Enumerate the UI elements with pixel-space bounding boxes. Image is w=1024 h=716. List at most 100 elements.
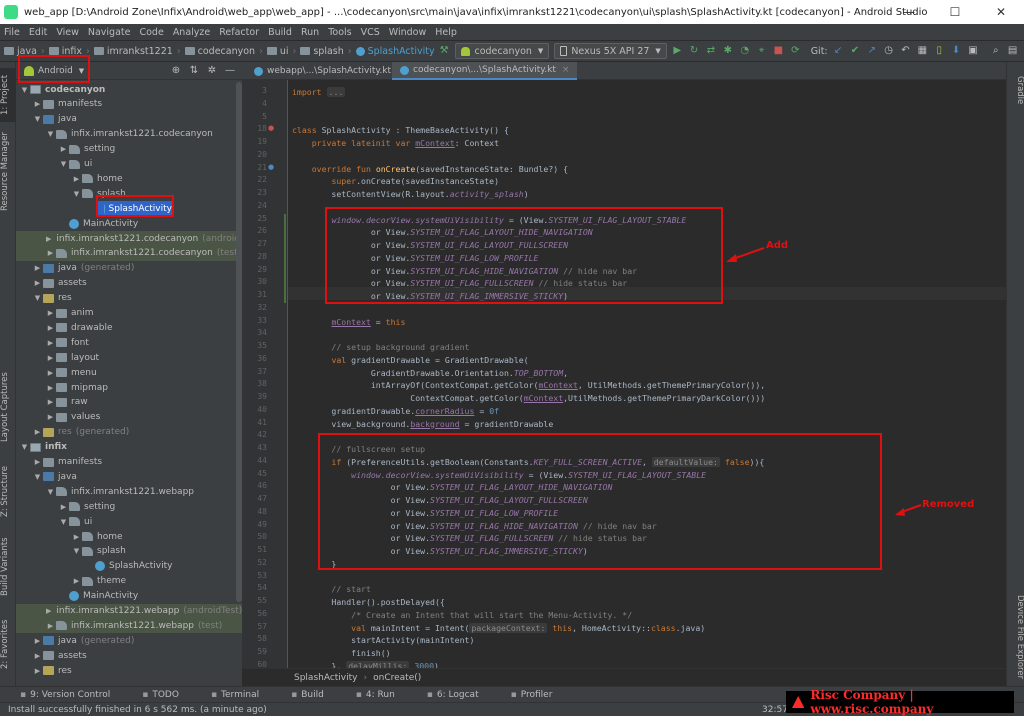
tree-item[interactable]: ▶ drawable	[16, 320, 242, 335]
menu-item-build[interactable]: Build	[268, 27, 292, 38]
chevron-down-icon[interactable]: ▼	[46, 130, 55, 138]
menu-item-tools[interactable]: Tools	[328, 27, 351, 38]
git-update-icon[interactable]: ↙	[833, 45, 844, 57]
git-commit-icon[interactable]: ✔	[849, 45, 860, 57]
menu-item-edit[interactable]: Edit	[29, 27, 47, 38]
settings-icon[interactable]: ▤	[1007, 45, 1018, 57]
hammer-icon[interactable]: ⚒	[439, 45, 450, 57]
chevron-right-icon[interactable]: ▶	[46, 413, 55, 421]
tree-item[interactable]: ▶ setting	[16, 499, 242, 514]
code-area[interactable]: import ... class SplashActivity : ThemeBa…	[288, 80, 1006, 668]
tree-item[interactable]: ▶ assets	[16, 276, 242, 291]
tree-item[interactable]: ▶ values	[16, 410, 242, 425]
chevron-right-icon[interactable]: ▶	[33, 100, 42, 108]
tab-webapp-splashactivity[interactable]: webapp\...\SplashActivity.kt ×	[246, 62, 413, 80]
chevron-right-icon[interactable]: ▶	[46, 309, 55, 317]
menu-item-help[interactable]: Help	[435, 27, 457, 38]
chevron-right-icon[interactable]: ▶	[59, 503, 68, 511]
gear-icon[interactable]: ✲	[206, 65, 218, 77]
chevron-right-icon[interactable]: ▶	[33, 458, 42, 466]
chevron-right-icon[interactable]: ▶	[46, 607, 51, 615]
tree-item[interactable]: ▼ java	[16, 112, 242, 127]
menu-item-view[interactable]: View	[56, 27, 79, 38]
layout-inspector-icon[interactable]: ▣	[968, 45, 979, 57]
tree-item[interactable]: ▼ ui	[16, 157, 242, 172]
tab-layout-captures[interactable]: Layout Captures	[0, 372, 16, 442]
tool-window-build[interactable]: ▪ Build	[291, 690, 340, 700]
tree-item[interactable]: ▶ mipmap	[16, 380, 242, 395]
tree-item[interactable]: ▶ theme	[16, 574, 242, 589]
menu-item-analyze[interactable]: Analyze	[173, 27, 210, 38]
breadcrumb-item[interactable]: splash ›	[300, 46, 352, 57]
tree-item[interactable]: ▶ assets	[16, 648, 242, 663]
menu-item-code[interactable]: Code	[139, 27, 163, 38]
tree-item[interactable]: ▼ java	[16, 469, 242, 484]
tree-item[interactable]: ▶ java (generated)	[16, 261, 242, 276]
tree-item[interactable]: ▶ home	[16, 529, 242, 544]
chevron-right-icon[interactable]: ▶	[72, 175, 81, 183]
chevron-right-icon[interactable]: ▶	[46, 398, 55, 406]
git-push-icon[interactable]: ↗	[866, 45, 877, 57]
sync-icon[interactable]: ⟳	[790, 45, 801, 57]
attach-debugger-icon[interactable]: ⌖	[756, 45, 767, 57]
caret-position[interactable]: 32:57	[762, 705, 788, 715]
menu-item-vcs[interactable]: VCS	[361, 27, 380, 38]
tool-window-terminal[interactable]: ▪ Terminal	[211, 690, 275, 700]
tree-item[interactable]: ▶ res	[16, 663, 242, 678]
tab-resource-manager[interactable]: Resource Manager	[0, 132, 16, 212]
implement-marker[interactable]: ●	[268, 163, 274, 171]
apply-code-changes-icon[interactable]: ⇄	[706, 45, 717, 57]
tool-window-6-logcat[interactable]: ▪ 6: Logcat	[427, 690, 495, 700]
chevron-right-icon[interactable]: ▶	[33, 652, 42, 660]
chevron-down-icon[interactable]: ▼	[72, 547, 81, 555]
override-marker[interactable]: ●	[268, 124, 274, 132]
chevron-right-icon[interactable]: ▶	[72, 577, 81, 585]
breadcrumb-item[interactable]: SplashActivity	[355, 46, 435, 57]
menu-item-refactor[interactable]: Refactor	[219, 27, 259, 38]
hide-icon[interactable]: —	[224, 65, 236, 77]
tab-project[interactable]: 1: Project	[0, 68, 16, 122]
chevron-right-icon[interactable]: ▶	[46, 354, 55, 362]
chevron-right-icon[interactable]: ▶	[46, 384, 55, 392]
chevron-right-icon[interactable]: ▶	[46, 249, 55, 257]
avd-manager-icon[interactable]: ▯	[934, 45, 945, 57]
run-icon[interactable]: ▶	[672, 45, 683, 57]
tree-item[interactable]: ▼ infix	[16, 440, 242, 455]
chevron-down-icon[interactable]: ▼	[72, 190, 81, 198]
close-button[interactable]: ✕	[978, 0, 1024, 24]
chevron-down-icon[interactable]: ▼	[20, 86, 29, 94]
tree-item[interactable]: ▶ font	[16, 335, 242, 350]
revert-icon[interactable]: ↶	[900, 45, 911, 57]
chevron-down-icon[interactable]: ▼	[33, 473, 42, 481]
tree-item[interactable]: ▼ infix.imrankst1221.webapp	[16, 484, 242, 499]
tree-item[interactable]: ▶ manifests	[16, 455, 242, 470]
breadcrumb-item[interactable]: codecanyon ›	[184, 46, 263, 57]
history-icon[interactable]: ◷	[883, 45, 894, 57]
apply-changes-icon[interactable]: ↻	[689, 45, 700, 57]
tree-item[interactable]: ▶ menu	[16, 365, 242, 380]
profile-icon[interactable]: ◔	[739, 45, 750, 57]
tool-window-4-run[interactable]: ▪ 4: Run	[356, 690, 411, 700]
debug-icon[interactable]: ✱	[722, 45, 733, 57]
breadcrumb-class[interactable]: SplashActivity	[294, 673, 358, 683]
close-icon[interactable]: ×	[562, 65, 570, 75]
tree-item[interactable]: ▶ java (generated)	[16, 633, 242, 648]
tree-item[interactable]: ▶infix.imrankst1221.codecanyon(androidTe…	[16, 231, 242, 246]
tree-item[interactable]: ▶ layout	[16, 350, 242, 365]
chevron-right-icon[interactable]: ▶	[59, 145, 68, 153]
tool-window-profiler[interactable]: ▪ Profiler	[511, 690, 569, 700]
chevron-down-icon[interactable]: ▼	[33, 115, 42, 123]
chevron-right-icon[interactable]: ▶	[33, 264, 42, 272]
menu-item-window[interactable]: Window	[389, 27, 426, 38]
collapse-icon[interactable]: ⇅	[188, 65, 200, 77]
tree-item[interactable]: ▶ infix.imrankst1221.webapp (test)	[16, 618, 242, 634]
project-structure-icon[interactable]: ▦	[917, 45, 928, 57]
tab-device-file-explorer[interactable]: Device File Explorer	[1009, 592, 1024, 682]
maximize-button[interactable]: ☐	[932, 0, 978, 24]
tab-codecanyon-splashactivity[interactable]: codecanyon\...\SplashActivity.kt ×	[392, 62, 578, 80]
chevron-down-icon[interactable]: ▼	[59, 518, 68, 526]
tab-build-variants[interactable]: Build Variants	[0, 537, 16, 597]
minimize-button[interactable]: —	[886, 0, 932, 24]
chevron-right-icon[interactable]: ▶	[33, 428, 42, 436]
tree-item[interactable]: ▼ splash	[16, 544, 242, 559]
